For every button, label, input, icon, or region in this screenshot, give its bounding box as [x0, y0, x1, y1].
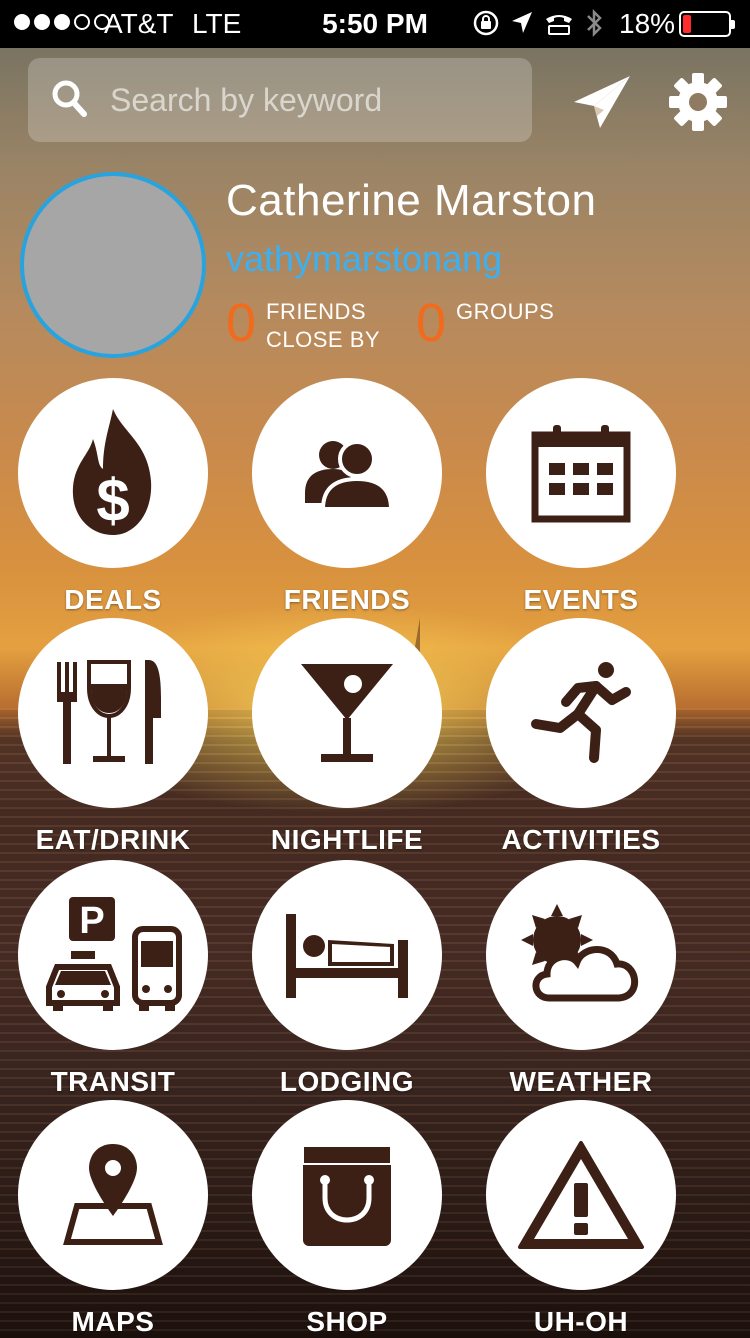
parking-taxi-bus-icon: P — [46, 897, 182, 1011]
tile-circle: $ — [18, 378, 208, 568]
tile-circle — [252, 860, 442, 1050]
tile-label: SHOP — [306, 1306, 388, 1337]
groups-count[interactable]: 0 — [416, 292, 446, 354]
friends-count[interactable]: 0 — [226, 292, 256, 354]
profile-username[interactable]: vathymarstonang — [226, 238, 502, 280]
calendar-icon — [531, 425, 631, 523]
tile-circle — [252, 618, 442, 808]
friends-close-by-label[interactable]: FRIENDS CLOSE BY — [266, 298, 380, 354]
groups-label[interactable]: GROUPS — [456, 298, 554, 326]
tile-weather[interactable]: WEATHER — [486, 860, 676, 1098]
shopping-bag-icon — [302, 1145, 392, 1246]
tile-label: MAPS — [71, 1306, 155, 1337]
tile-label: UH-OH — [533, 1306, 629, 1337]
battery-icon — [679, 11, 735, 37]
svg-text:P: P — [79, 900, 104, 942]
tile-label: LODGING — [279, 1066, 415, 1097]
tile-uh-oh[interactable]: UH-OH — [486, 1100, 676, 1338]
send-icon[interactable] — [570, 72, 634, 132]
people-icon — [305, 440, 394, 511]
warning-icon — [518, 1141, 644, 1249]
friends-label-line1: FRIENDS — [266, 299, 367, 324]
bluetooth-icon — [587, 8, 602, 38]
location-arrow-icon — [512, 12, 532, 33]
utensils-wine-icon — [57, 660, 161, 764]
tile-activities[interactable]: ACTIVITIES — [486, 618, 676, 856]
tile-circle — [486, 378, 676, 568]
runner-icon — [531, 662, 631, 763]
battery-percent: 18% — [619, 8, 676, 39]
search-input[interactable] — [108, 74, 512, 126]
tile-shop[interactable]: SHOP — [252, 1100, 442, 1338]
tile-circle — [486, 618, 676, 808]
tile-circle — [252, 1100, 442, 1290]
tile-maps[interactable]: MAPS — [18, 1100, 208, 1338]
tile-label: FRIENDS — [283, 584, 411, 615]
tile-circle — [252, 378, 442, 568]
search-icon — [52, 80, 87, 117]
tile-transit[interactable]: P TRANSIT — [18, 860, 208, 1098]
tile-friends[interactable]: FRIENDS — [252, 378, 442, 616]
profile-name: Catherine Marston — [226, 176, 597, 225]
tty-icon — [546, 15, 572, 35]
tile-lodging[interactable]: LODGING — [252, 860, 442, 1098]
rotation-lock-icon — [473, 10, 499, 36]
status-bar: AT&T LTE 5:50 PM 18% — [0, 0, 750, 48]
tile-nightlife[interactable]: NIGHTLIFE — [252, 618, 442, 856]
tile-circle — [486, 1100, 676, 1290]
search-bar[interactable] — [28, 58, 532, 142]
bed-icon — [286, 914, 408, 998]
fire-dollar-icon: $ — [72, 409, 152, 535]
tile-events[interactable]: EVENTS — [486, 378, 676, 616]
tile-label: TRANSIT — [50, 1066, 176, 1097]
tile-deals[interactable]: $ DEALS — [18, 378, 208, 616]
sun-cloud-icon — [521, 904, 639, 1002]
tile-circle — [486, 860, 676, 1050]
tile-label: ACTIVITIES — [501, 824, 661, 855]
svg-text:$: $ — [96, 467, 129, 534]
avatar[interactable] — [20, 172, 206, 358]
tile-label: NIGHTLIFE — [270, 824, 424, 855]
tile-circle: P — [18, 860, 208, 1050]
map-pin-icon — [63, 1144, 163, 1245]
cocktail-icon — [301, 664, 393, 762]
tile-label: DEALS — [64, 584, 162, 615]
tile-label: EAT/DRINK — [35, 824, 191, 855]
settings-gear-icon[interactable] — [668, 72, 728, 132]
tile-label: WEATHER — [509, 1066, 653, 1097]
tile-circle — [18, 1100, 208, 1290]
friends-label-line2: CLOSE BY — [266, 327, 381, 352]
tile-eat-drink[interactable]: EAT/DRINK — [18, 618, 208, 856]
tile-label: EVENTS — [523, 584, 639, 615]
tile-circle — [18, 618, 208, 808]
